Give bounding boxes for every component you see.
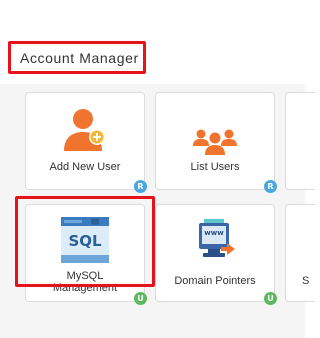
partial-card[interactable] — [285, 92, 315, 190]
sql-icon-text: SQL — [68, 232, 102, 250]
add-new-user-card[interactable]: Add New User R — [25, 92, 147, 193]
user-badge: U — [264, 292, 277, 305]
www-icon-text: www — [204, 229, 224, 237]
card-label-line1: MySQL — [66, 270, 104, 282]
domain-pointers-card[interactable]: www Domain Pointers U — [155, 204, 277, 305]
partial-card-label: S — [302, 275, 310, 287]
partial-card[interactable]: S — [285, 204, 315, 302]
users-group-icon — [193, 129, 237, 155]
card-label: Domain Pointers — [174, 275, 256, 287]
list-users-card[interactable]: List Users R — [155, 92, 277, 193]
card-label-line2: Management — [52, 282, 118, 294]
sql-database-icon: SQL — [61, 217, 109, 263]
domain-www-icon: www — [191, 219, 239, 263]
reseller-badge: R — [264, 180, 277, 193]
section-title: Account Manager — [20, 50, 139, 66]
user-badge: U — [134, 292, 147, 305]
reseller-badge: R — [134, 180, 147, 193]
card-label: List Users — [190, 161, 240, 173]
card-label: Add New User — [49, 161, 121, 173]
add-user-icon — [61, 105, 109, 153]
mysql-management-card[interactable]: SQL MySQL Management U — [25, 204, 147, 305]
